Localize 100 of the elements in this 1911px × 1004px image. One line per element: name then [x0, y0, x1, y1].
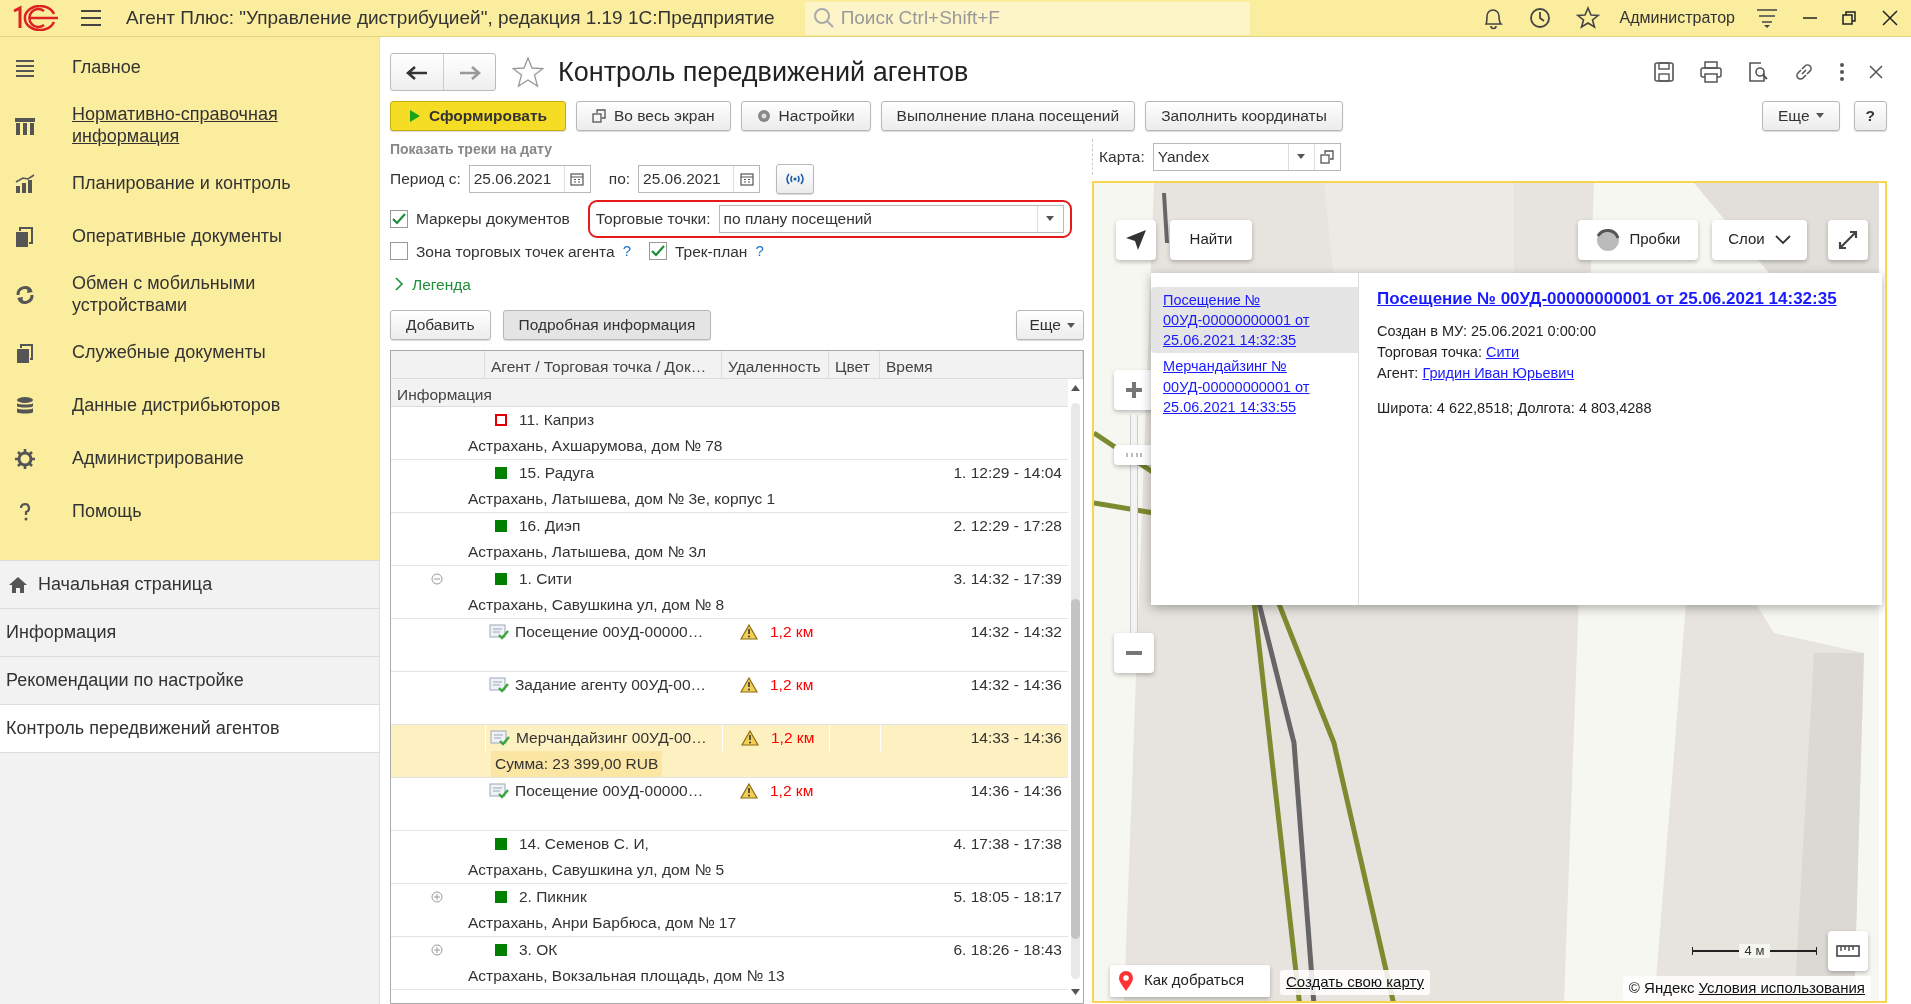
sidebar-section[interactable]: Оперативные документы — [0, 210, 379, 264]
sidebar-section[interactable]: Главное — [0, 41, 379, 94]
open-icon[interactable] — [1320, 149, 1335, 164]
windows-icon — [592, 108, 606, 123]
list-button[interactable]: Подробная информация — [502, 310, 712, 340]
toolbar-button[interactable]: Выполнение плана посещений — [880, 100, 1136, 131]
table-cell-text: Астрахань, Ахшарумова, дом № 78 — [468, 436, 723, 457]
sidebar-section[interactable]: Данные дистрибьюторов — [0, 379, 379, 433]
popup-text: Создан в МУ: 25.06.2021 0:00:00 — [1377, 322, 1597, 342]
table-cell: 14:33 - 14:36 — [970, 729, 1062, 746]
help-link[interactable]: ? — [755, 239, 764, 263]
table-cell: 14:32 - 14:32 — [970, 623, 1062, 641]
outlets-field[interactable]: по плану посещений — [718, 204, 1064, 233]
calendar-icon[interactable] — [739, 171, 754, 186]
open-window-tab[interactable]: Контроль передвижений агентов — [0, 705, 379, 753]
star-icon[interactable] — [512, 55, 544, 88]
locate-button[interactable] — [1116, 219, 1156, 260]
popup-link[interactable]: Мерчандайзинг № 00УД-00000000001 от 25.06.2021 14:33:55 — [1151, 353, 1358, 421]
preview-icon[interactable] — [1747, 60, 1769, 83]
fullscreen-button[interactable] — [1828, 219, 1868, 260]
find-button[interactable]: Найти — [1170, 219, 1252, 260]
date-input[interactable]: 25.06.2021 — [639, 166, 734, 191]
gear-icon — [14, 447, 36, 470]
table-cell: 3. 14:32 - 17:39 — [953, 570, 1062, 588]
legend-link[interactable]: Легенда — [412, 272, 471, 296]
layers-button[interactable]: Слои — [1712, 219, 1807, 260]
sidebar-section[interactable]: Администрирование — [0, 432, 379, 486]
zoom-slider[interactable] — [1114, 414, 1154, 635]
save-icon[interactable] — [1653, 60, 1675, 83]
zoom-in-button[interactable] — [1114, 369, 1154, 410]
close-icon[interactable] — [1869, 64, 1883, 79]
open-window-tab[interactable]: Информация — [0, 609, 379, 657]
table-cell: 14:36 - 14:36 — [970, 782, 1062, 800]
checkbox[interactable] — [390, 209, 408, 228]
popup-heading-link[interactable]: Посещение № 00УД-00000000001 от 25.06.2021 14:32:35 — [1377, 286, 1837, 312]
open-window-tab[interactable]: Начальная страница — [0, 561, 379, 609]
help-button[interactable]: ? — [1853, 100, 1887, 131]
agent-link[interactable]: Гридин Иван Юрьевич — [1422, 363, 1574, 385]
sidebar-section[interactable]: Планирование и контроль — [0, 157, 379, 211]
map-provider-input[interactable]: Yandex — [1153, 144, 1288, 169]
table-cell-text: 1,2 км — [770, 675, 814, 696]
sidebar-section[interactable]: Служебные документы — [0, 326, 379, 380]
zoom-out-button[interactable] — [1114, 632, 1154, 673]
outlets-input[interactable]: по плану посещений — [719, 206, 1037, 231]
scroll-down-icon[interactable] — [1071, 989, 1080, 995]
column-header[interactable]: Время — [880, 351, 1083, 378]
popup-link[interactable]: Посещение № 00УД-00000000001 от 25.06.2021 14:32:35 — [1151, 286, 1358, 354]
sidebar-section[interactable]: Обмен с мобильными устройствами — [0, 263, 379, 327]
checkbox-label: Зона торговых точек агента — [416, 241, 615, 262]
sync-icon — [14, 283, 36, 306]
terms-link[interactable]: Условия использования — [1698, 977, 1865, 1000]
ruler-button[interactable] — [1828, 930, 1868, 971]
toolbar-button[interactable]: Заполнить координаты — [1145, 100, 1343, 131]
table-cell-text: 14. Семенов С. И, — [519, 834, 649, 855]
date-field[interactable]: 25.06.2021 — [638, 164, 761, 193]
plus-icon — [1125, 380, 1143, 399]
table-cell-text: 3. ОК — [519, 940, 558, 961]
map-provider-field[interactable]: Yandex — [1152, 142, 1341, 171]
route-button[interactable]: Как добраться — [1110, 964, 1270, 997]
documents-icon — [14, 341, 36, 364]
popup-text: Широта: 4 622,8518; Долгота: 4 803,4288 — [1377, 399, 1653, 419]
checkbox-label: Маркеры документов — [416, 208, 570, 229]
more-icon[interactable] — [1839, 61, 1845, 82]
more-button[interactable]: Еще — [1016, 310, 1084, 340]
column-header[interactable]: Цвет — [829, 351, 880, 378]
column-header[interactable]: Удаленность — [722, 351, 829, 378]
print-icon[interactable] — [1699, 60, 1723, 83]
list-button[interactable]: Добавить — [390, 310, 491, 340]
column-header[interactable]: Агент / Торговая точка / Док… — [485, 351, 722, 378]
search-field[interactable]: Поиск Ctrl+Shift+F — [804, 1, 1250, 35]
table-cell-text: 2. Пикник — [519, 887, 587, 908]
arrow-icon — [1125, 228, 1147, 251]
date-input[interactable]: 25.06.2021 — [469, 166, 564, 191]
sidebar-section[interactable]: Помощь — [0, 485, 379, 539]
toolbar-button[interactable]: Во весь экран — [576, 100, 731, 131]
table-cell: 4. 17:38 - 17:38 — [953, 835, 1062, 853]
search-input[interactable]: Поиск Ctrl+Shift+F — [838, 2, 1219, 34]
period-button[interactable] — [776, 163, 815, 194]
caret-icon — [1815, 113, 1824, 118]
document-icon — [489, 676, 509, 694]
run-button[interactable]: Сформировать — [390, 100, 566, 131]
checkbox[interactable] — [649, 242, 667, 261]
toolbar-button[interactable]: Настройки — [740, 100, 871, 131]
outlet-link[interactable]: Сити — [1485, 342, 1520, 364]
chevron-icon[interactable] — [394, 277, 404, 292]
checkbox[interactable] — [390, 242, 408, 261]
more-button[interactable]: Еще — [1762, 100, 1840, 131]
menu-icon[interactable] — [80, 9, 102, 27]
help-link[interactable]: ? — [622, 239, 631, 263]
dropdown-icon[interactable] — [1297, 154, 1306, 159]
date-field[interactable]: 25.06.2021 — [468, 164, 591, 193]
sidebar-section[interactable]: Нормативно-справочная информация — [0, 94, 379, 158]
scroll-up-icon[interactable] — [1071, 385, 1080, 391]
star-icon — [1575, 6, 1600, 30]
table-cell: 1. 12:29 - 14:04 — [953, 464, 1062, 482]
dropdown-icon[interactable] — [1046, 216, 1055, 221]
traffic-button[interactable]: Пробки — [1578, 219, 1698, 260]
create-map-link[interactable]: Создать свою карту — [1280, 970, 1431, 995]
user-name[interactable]: Администратор — [1619, 6, 1735, 30]
calendar-icon[interactable] — [570, 171, 585, 186]
